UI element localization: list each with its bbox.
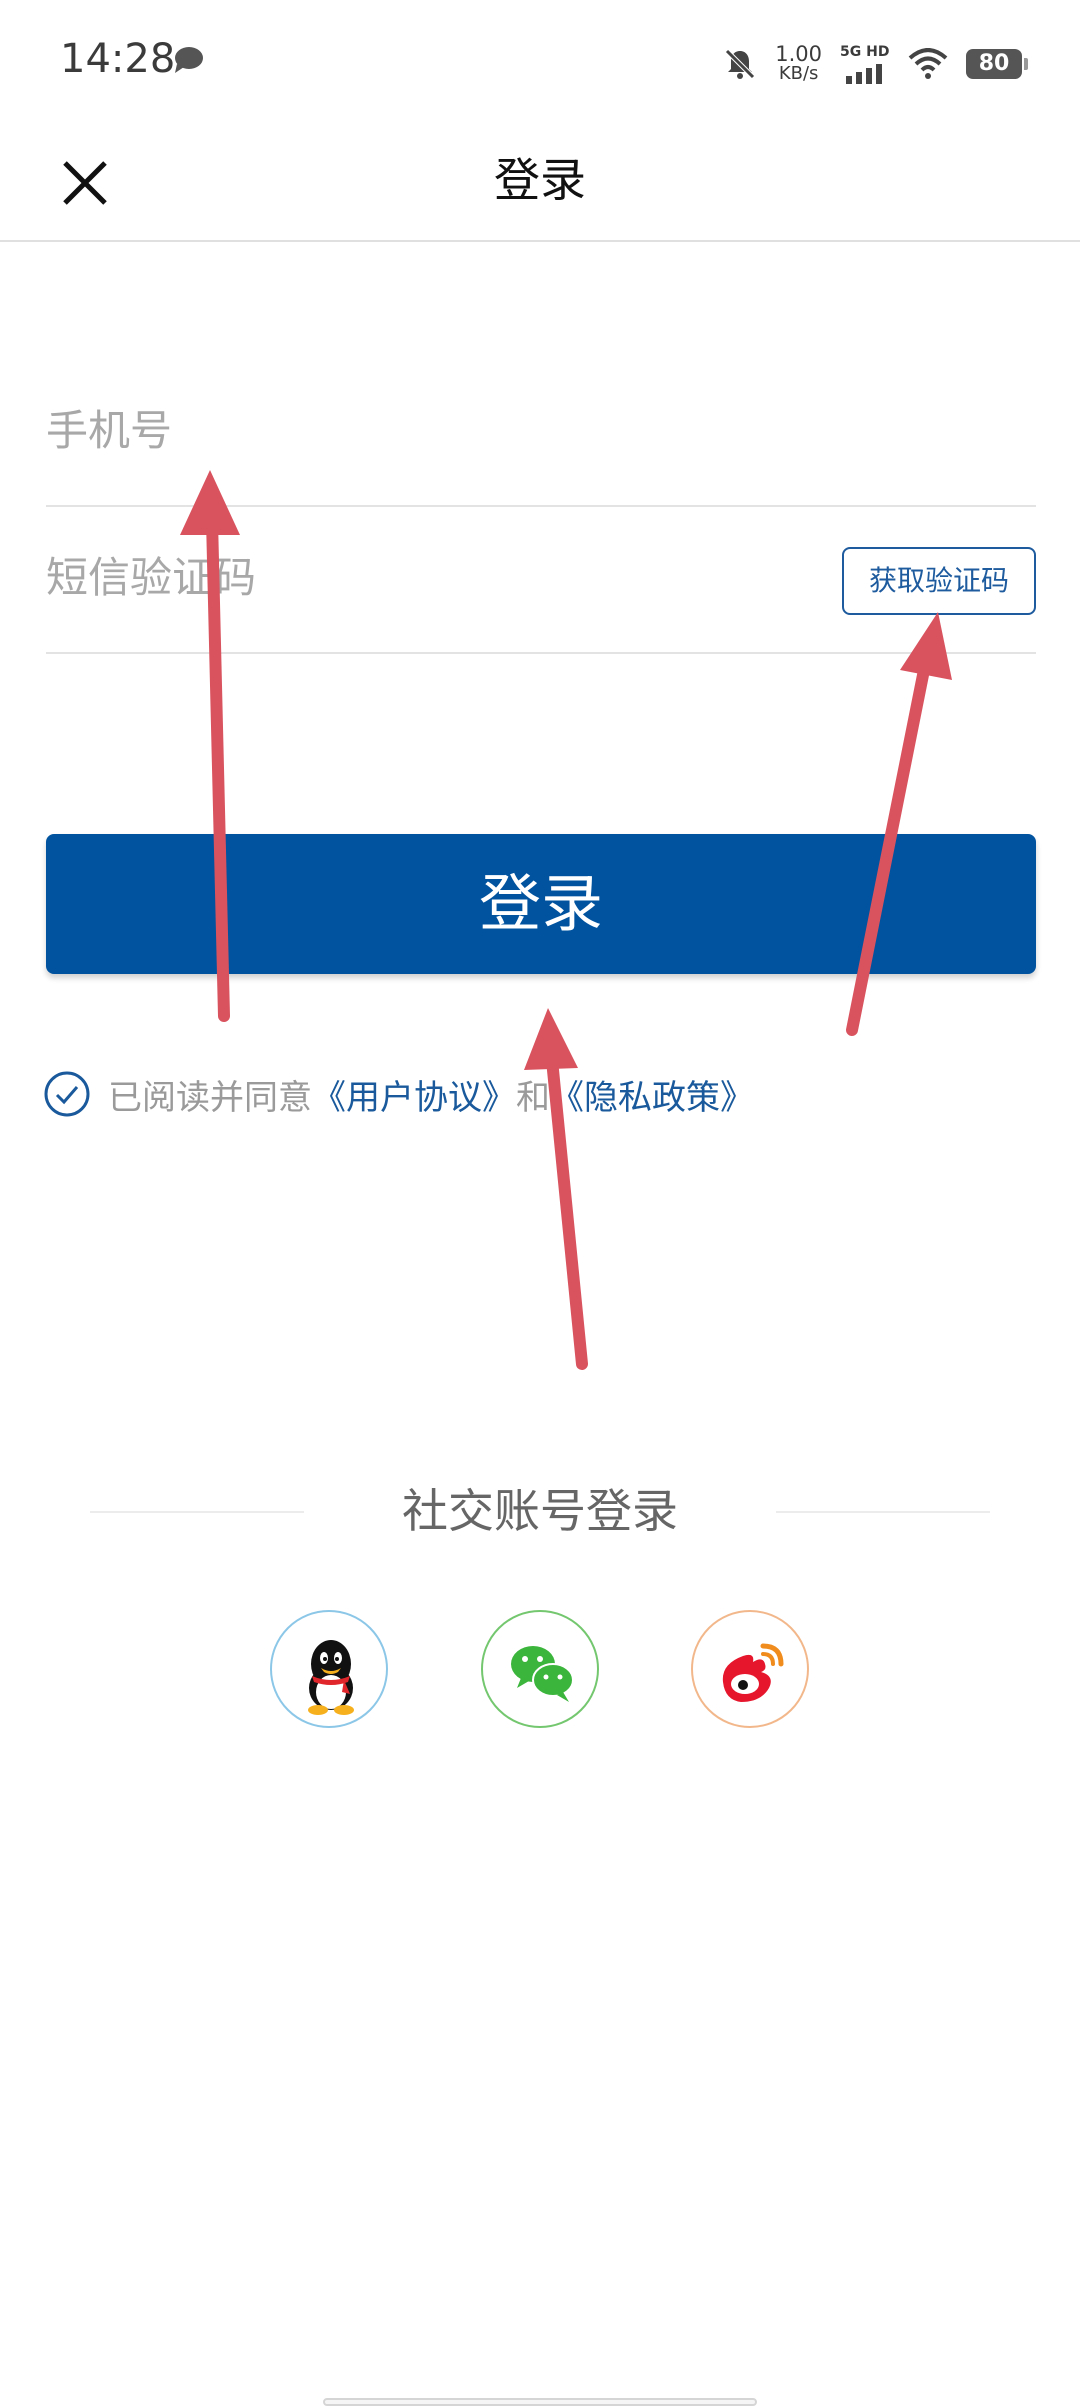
app-header: 登录	[0, 130, 1080, 242]
battery-indicator: 80	[966, 49, 1028, 79]
status-time: 14:28	[60, 36, 176, 82]
net-speed-unit: KB/s	[778, 63, 819, 84]
sms-code-input[interactable]	[46, 507, 826, 647]
user-agreement-link[interactable]: 《用户协议》	[312, 1070, 516, 1119]
phone-field-row	[46, 360, 1036, 507]
social-login-title: 社交账号登录	[402, 1484, 678, 1538]
privacy-policy-link[interactable]: 《隐私政策》	[550, 1070, 754, 1119]
net-speed-value: 1.00	[775, 42, 822, 66]
weibo-login-button[interactable]	[691, 1610, 809, 1728]
agreement-row: 已阅读并同意 《用户协议》 和 《隐私政策》	[44, 1066, 754, 1122]
signal-bars-icon	[846, 64, 882, 84]
social-login-header: 社交账号登录	[90, 1476, 990, 1546]
wechat-login-button[interactable]	[481, 1610, 599, 1728]
wechat-icon	[511, 1646, 574, 1702]
phone-input[interactable]	[46, 360, 826, 500]
network-label: 5G HD	[840, 44, 890, 60]
agreement-conjunction: 和	[516, 1077, 550, 1118]
cellular-signal: 5G HD	[840, 44, 890, 84]
mute-bell-icon	[725, 49, 756, 79]
weibo-icon	[722, 1643, 784, 1702]
sms-field-row: 获取验证码	[46, 507, 1036, 654]
login-button[interactable]: 登录	[46, 834, 1036, 974]
get-code-button[interactable]: 获取验证码	[842, 547, 1036, 615]
page-title: 登录	[494, 153, 586, 207]
home-indicator[interactable]	[323, 2398, 757, 2406]
arrow-to-login-button	[524, 1008, 588, 1370]
qq-login-button[interactable]	[270, 1610, 388, 1728]
message-icon	[175, 47, 203, 73]
wifi-icon	[908, 48, 948, 79]
agree-checkbox[interactable]	[44, 1071, 90, 1117]
net-speed: 1.00 KB/s	[775, 44, 822, 84]
status-icons: 1.00 KB/s 5G HD 80	[723, 42, 1028, 86]
agreement-prefix: 已阅读并同意	[108, 1077, 312, 1118]
status-bar: 14:28 1.00 KB/s 5G HD 80	[0, 0, 1080, 130]
qq-icon	[308, 1640, 354, 1715]
